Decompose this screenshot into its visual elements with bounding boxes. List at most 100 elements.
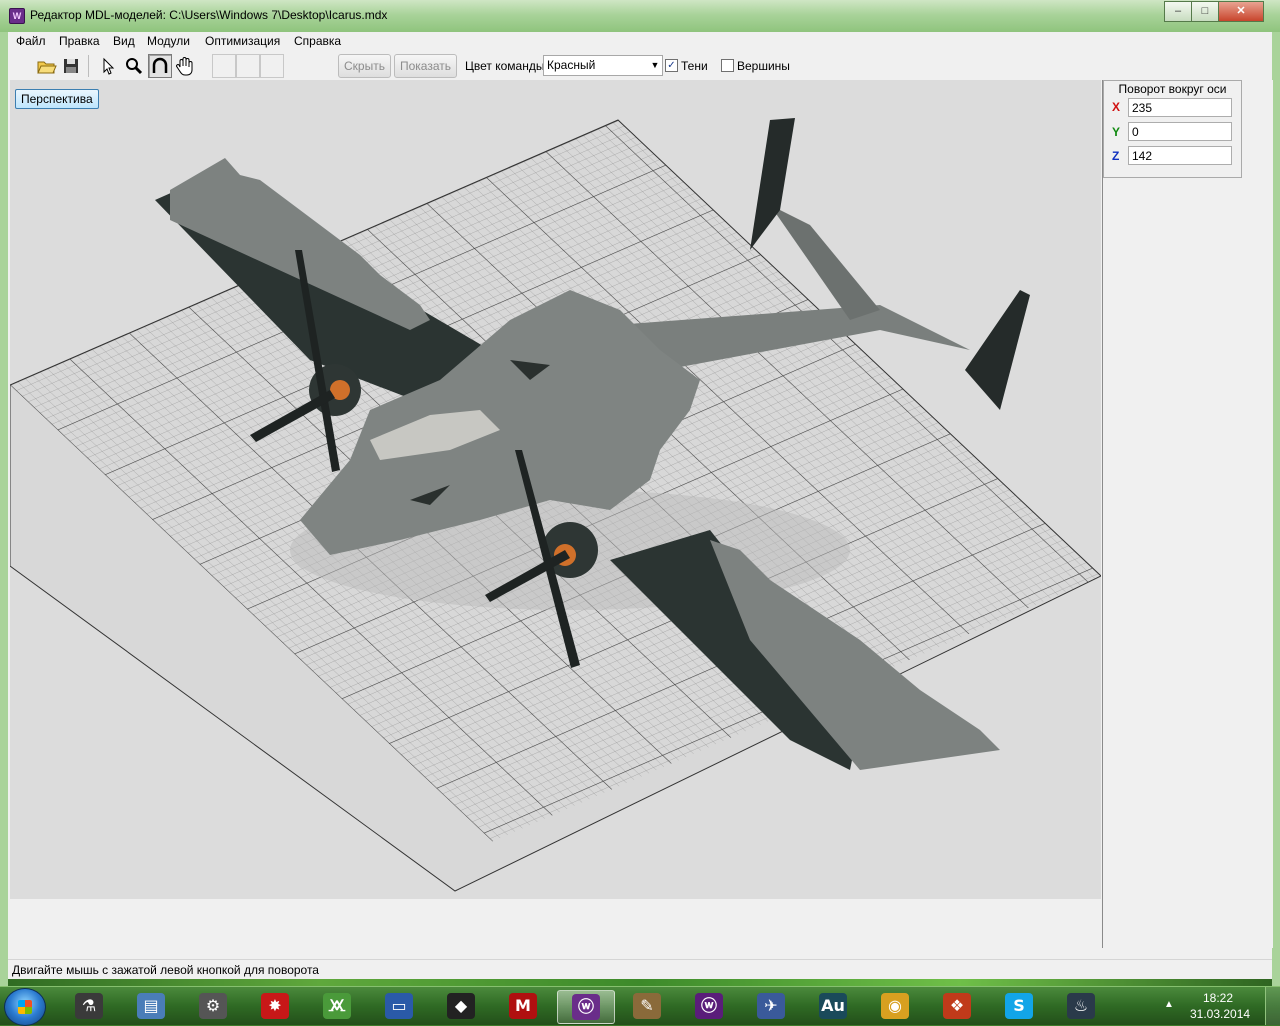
select-tool-button[interactable] xyxy=(96,54,120,78)
pan-hand-icon xyxy=(176,57,193,76)
show-desktop-button[interactable] xyxy=(1265,987,1280,1025)
window-frame-right xyxy=(1272,32,1280,986)
image-editor-app-icon: ✈ xyxy=(757,993,785,1019)
y-axis-label: Y xyxy=(1112,125,1121,139)
app-logo-icon: W xyxy=(9,8,25,24)
show-button[interactable]: Показать xyxy=(394,54,457,78)
mdl-editor-app-task-button[interactable]: ⓦ xyxy=(557,990,615,1024)
skype-app-task-button[interactable]: S xyxy=(991,990,1047,1022)
mdl-editor-window: W Редактор MDL-моделей: C:\Users\Windows… xyxy=(0,0,1280,986)
clock-date: 31.03.2014 xyxy=(1190,1007,1251,1021)
viewport-footer xyxy=(10,899,1101,961)
m-app-task-button[interactable]: M xyxy=(495,990,551,1022)
client-area: Файл Правка Вид Модули Оптимизация Справ… xyxy=(8,32,1273,979)
toolbar-blank-button-2[interactable] xyxy=(236,54,260,78)
menu-file[interactable]: Файл xyxy=(16,34,46,48)
warcraft-app-icon: ⓦ xyxy=(695,993,723,1019)
y-rotation-input[interactable]: 0 xyxy=(1128,122,1232,141)
gear-app-task-button[interactable]: ⚙ xyxy=(185,990,241,1022)
gear-app-icon: ⚙ xyxy=(199,993,227,1019)
select-arrow-icon xyxy=(103,57,115,75)
x-axis-label: X xyxy=(1112,100,1121,114)
maximize-button[interactable]: □ xyxy=(1191,1,1219,22)
beaker-app-icon: 🝪 xyxy=(323,993,351,1019)
window-frame-left xyxy=(0,32,8,986)
save-button[interactable] xyxy=(59,54,83,78)
hide-button[interactable]: Скрыть xyxy=(338,54,391,78)
start-button[interactable] xyxy=(4,988,46,1026)
clock[interactable]: 18:22 31.03.2014 xyxy=(1190,990,1251,1022)
clock-time: 18:22 xyxy=(1202,991,1234,1005)
window-title: Редактор MDL-моделей: C:\Users\Windows 7… xyxy=(30,8,388,22)
team-color-value: Красный xyxy=(547,58,596,72)
zoom-icon xyxy=(126,58,143,75)
close-button[interactable]: ✕ xyxy=(1218,1,1264,22)
toolbar: Скрыть Показать Цвет команды: Красный ▼ … xyxy=(8,52,1272,79)
chevron-down-icon: ▼ xyxy=(650,60,660,70)
taskbar: ▲ 18:22 31.03.2014 ⚗ ▤ ⚙ ✸ 🝪 ▭ ◆ Mⓦ ✎ ⓦ ✈ Au ◉ ❖ S ♨ xyxy=(0,986,1280,1026)
toolbar-separator xyxy=(88,55,89,77)
toolbar-blank-button-3[interactable] xyxy=(260,54,284,78)
warcraft-app-task-button[interactable]: ⓦ xyxy=(681,990,737,1022)
guitar-pick-app-icon: ◆ xyxy=(447,993,475,1019)
scroll-app-icon: ✎ xyxy=(633,993,661,1019)
mdl-editor-app-icon: ⓦ xyxy=(572,994,600,1020)
z-axis-label: Z xyxy=(1112,149,1120,163)
audition-app-icon: Au xyxy=(819,993,847,1019)
menu-bar: Файл Правка Вид Модули Оптимизация Справ… xyxy=(8,32,1272,51)
flask-app-task-button[interactable]: ⚗ xyxy=(61,990,117,1022)
beaker-app-task-button[interactable]: 🝪 xyxy=(309,990,365,1022)
shadows-checkbox[interactable]: ✓ xyxy=(665,59,678,72)
title-bar[interactable]: W Редактор MDL-моделей: C:\Users\Windows… xyxy=(0,0,1280,33)
pan-tool-button[interactable] xyxy=(173,54,197,78)
model-render xyxy=(10,118,1101,892)
rotate-tool-button[interactable] xyxy=(148,54,172,78)
splash-app-icon: ✸ xyxy=(261,993,289,1019)
office-app-task-button[interactable]: ❖ xyxy=(929,990,985,1022)
office-app-icon: ❖ xyxy=(943,993,971,1019)
status-bar: Двигайте мышь с зажатой левой кнопкой дл… xyxy=(8,959,1272,979)
audition-app-task-button[interactable]: Au xyxy=(805,990,861,1022)
rotation-group: Поворот вокруг оси X 235 Y 0 Z 142 xyxy=(1103,80,1242,178)
menu-help[interactable]: Справка xyxy=(294,34,341,48)
skype-app-icon: S xyxy=(1005,993,1033,1019)
zoom-tool-button[interactable] xyxy=(122,54,146,78)
properties-panel: Поворот вокруг оси X 235 Y 0 Z 142 xyxy=(1102,80,1273,948)
document-app-icon: ▤ xyxy=(137,993,165,1019)
menu-modules[interactable]: Модули xyxy=(147,34,190,48)
shadows-label: Тени xyxy=(681,59,708,73)
team-color-select[interactable]: Красный ▼ xyxy=(543,55,663,76)
chrome-app-task-button[interactable]: ◉ xyxy=(867,990,923,1022)
3d-viewport[interactable]: Перспектива xyxy=(10,80,1101,899)
steam-app-icon: ♨ xyxy=(1067,993,1095,1019)
splash-app-task-button[interactable]: ✸ xyxy=(247,990,303,1022)
window-app-task-button[interactable]: ▭ xyxy=(371,990,427,1022)
rotation-title: Поворот вокруг оси xyxy=(1118,82,1227,96)
menu-view[interactable]: Вид xyxy=(113,34,135,48)
steam-app-task-button[interactable]: ♨ xyxy=(1053,990,1109,1022)
windows-logo-icon xyxy=(18,1000,32,1014)
vertices-label: Вершины xyxy=(737,59,790,73)
open-icon xyxy=(37,61,57,74)
tray-expand-icon[interactable]: ▲ xyxy=(1164,999,1174,1010)
image-editor-app-task-button[interactable]: ✈ xyxy=(743,990,799,1022)
window-app-icon: ▭ xyxy=(385,993,413,1019)
x-rotation-input[interactable]: 235 xyxy=(1128,98,1232,117)
scroll-app-task-button[interactable]: ✎ xyxy=(619,990,675,1022)
team-color-label: Цвет команды: xyxy=(465,59,548,73)
minimize-button[interactable]: – xyxy=(1164,1,1192,22)
guitar-pick-app-task-button[interactable]: ◆ xyxy=(433,990,489,1022)
z-rotation-input[interactable]: 142 xyxy=(1128,146,1232,165)
menu-optimization[interactable]: Оптимизация xyxy=(205,34,280,48)
rotate-icon xyxy=(152,57,168,73)
menu-edit[interactable]: Правка xyxy=(59,34,100,48)
vertices-checkbox[interactable] xyxy=(721,59,734,72)
chrome-app-icon: ◉ xyxy=(881,993,909,1019)
toolbar-blank-button-1[interactable] xyxy=(212,54,236,78)
save-icon xyxy=(64,59,78,73)
open-button[interactable] xyxy=(34,54,58,78)
document-app-task-button[interactable]: ▤ xyxy=(123,990,179,1022)
perspective-button[interactable]: Перспектива xyxy=(15,89,99,109)
status-text: Двигайте мышь с зажатой левой кнопкой дл… xyxy=(12,963,319,977)
flask-app-icon: ⚗ xyxy=(75,993,103,1019)
